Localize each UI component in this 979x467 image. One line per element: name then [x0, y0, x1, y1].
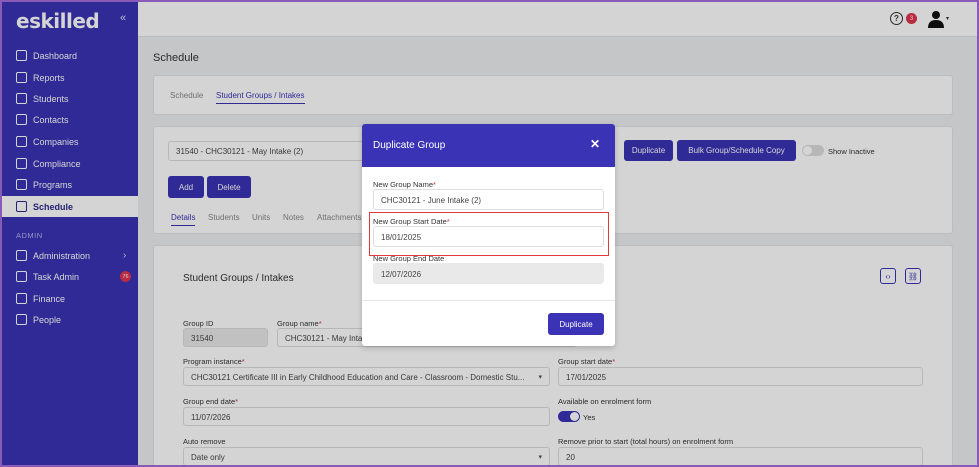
- new-group-start-date-label: New Group Start Date*: [373, 217, 450, 226]
- new-group-end-date-label: New Group End Date: [373, 254, 445, 263]
- new-group-name-input[interactable]: CHC30121 - June Intake (2): [373, 189, 604, 210]
- duplicate-submit-button[interactable]: Duplicate: [548, 313, 604, 335]
- modal-divider: [362, 300, 615, 301]
- new-group-start-date-input[interactable]: 18/01/2025: [373, 226, 604, 247]
- modal-header: Duplicate Group ✕: [362, 124, 615, 167]
- new-group-end-date-field: 12/07/2026: [373, 263, 604, 284]
- duplicate-group-modal: Duplicate Group ✕ New Group Name* CHC301…: [362, 124, 615, 346]
- new-group-name-label: New Group Name*: [373, 180, 436, 189]
- modal-title: Duplicate Group: [373, 140, 446, 151]
- close-icon[interactable]: ✕: [590, 137, 600, 151]
- app-window: eskilled « Dashboard Reports Students Co…: [0, 0, 979, 467]
